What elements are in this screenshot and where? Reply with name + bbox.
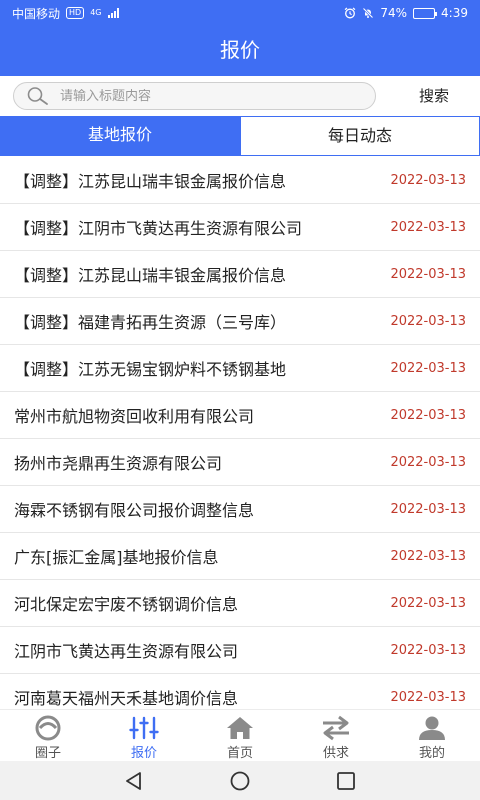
list-item-title: 江阴市飞黄达再生资源有限公司 bbox=[14, 642, 239, 661]
system-nav-bar bbox=[0, 761, 480, 800]
list-item-title: 扬州市尧鼎再生资源有限公司 bbox=[14, 454, 223, 473]
recents-icon[interactable] bbox=[335, 770, 357, 792]
list-item-date: 2022-03-13 bbox=[390, 172, 466, 188]
sliders-icon bbox=[129, 716, 159, 739]
list-item-date: 2022-03-13 bbox=[390, 689, 466, 705]
list-item-title: 海霖不锈钢有限公司报价调整信息 bbox=[14, 501, 255, 520]
list-item-date: 2022-03-13 bbox=[390, 501, 466, 517]
carrier-name: 中国移动 bbox=[12, 6, 61, 21]
mute-icon bbox=[363, 7, 374, 19]
clock: 4:39 bbox=[441, 6, 468, 20]
list-item-title: 【调整】江苏无锡宝钢炉料不锈钢基地 bbox=[14, 360, 287, 379]
list-item-title: 【调整】福建青拓再生资源（三号库） bbox=[14, 313, 287, 332]
search-row: 搜索 bbox=[0, 76, 480, 116]
list-item-date: 2022-03-13 bbox=[390, 454, 466, 470]
nav-item-supply[interactable]: 供求 bbox=[288, 710, 384, 761]
home-button-icon[interactable] bbox=[229, 770, 251, 792]
back-icon[interactable] bbox=[123, 770, 145, 792]
quote-list: 【调整】江苏昆山瑞丰银金属报价信息 2022-03-13 【调整】江阴市飞黄达再生… bbox=[0, 157, 480, 709]
circle-icon bbox=[35, 715, 61, 740]
nav-label-quotes: 报价 bbox=[130, 746, 157, 761]
page-title: 报价 bbox=[220, 38, 260, 62]
network-type: 4G bbox=[90, 8, 102, 17]
list-item-title: 【调整】江阴市飞黄达再生资源有限公司 bbox=[14, 219, 303, 238]
search-button[interactable]: 搜索 bbox=[398, 82, 470, 110]
list-item[interactable]: 【调整】江苏无锡宝钢炉料不锈钢基地 2022-03-13 bbox=[0, 345, 480, 392]
nav-item-home[interactable]: 首页 bbox=[192, 710, 288, 761]
list-item[interactable]: 海霖不锈钢有限公司报价调整信息 2022-03-13 bbox=[0, 486, 480, 533]
search-box[interactable] bbox=[13, 82, 376, 110]
tab-base-quotes[interactable]: 基地报价 bbox=[0, 116, 240, 156]
status-left: 中国移动 HD 4G bbox=[12, 5, 119, 22]
list-item[interactable]: 江阴市飞黄达再生资源有限公司 2022-03-13 bbox=[0, 627, 480, 674]
battery-percent: 74% bbox=[380, 6, 408, 20]
list-item-title: 常州市航旭物资回收利用有限公司 bbox=[14, 407, 255, 426]
nav-label-supply: 供求 bbox=[322, 746, 349, 761]
list-item-date: 2022-03-13 bbox=[390, 548, 466, 564]
list-item-date: 2022-03-13 bbox=[390, 360, 466, 376]
user-icon bbox=[419, 716, 445, 740]
list-item-title: 河北保定宏宇废不锈钢调价信息 bbox=[14, 595, 239, 614]
list-item-title: 【调整】江苏昆山瑞丰银金属报价信息 bbox=[14, 266, 287, 285]
list-item-date: 2022-03-13 bbox=[390, 266, 466, 282]
battery-icon bbox=[413, 7, 438, 19]
segment-tabs: 基地报价 每日动态 bbox=[0, 116, 480, 156]
nav-label-home: 首页 bbox=[226, 746, 253, 761]
list-item[interactable]: 【调整】江苏昆山瑞丰银金属报价信息 2022-03-13 bbox=[0, 157, 480, 204]
status-bar: 中国移动 HD 4G 74% 4:39 bbox=[0, 0, 480, 26]
search-input[interactable] bbox=[60, 88, 340, 104]
signal-icon bbox=[107, 8, 119, 18]
tab-daily-news[interactable]: 每日动态 bbox=[240, 116, 480, 156]
nav-item-quotes[interactable]: 报价 bbox=[96, 710, 192, 761]
list-item-date: 2022-03-13 bbox=[390, 313, 466, 329]
list-item[interactable]: 河南葛天福州天禾基地调价信息 2022-03-13 bbox=[0, 674, 480, 709]
list-item[interactable]: 广东[振汇金属]基地报价信息 2022-03-13 bbox=[0, 533, 480, 580]
list-item-date: 2022-03-13 bbox=[390, 595, 466, 611]
list-item[interactable]: 【调整】江苏昆山瑞丰银金属报价信息 2022-03-13 bbox=[0, 251, 480, 298]
list-item[interactable]: 河北保定宏宇废不锈钢调价信息 2022-03-13 bbox=[0, 580, 480, 627]
list-item-title: 【调整】江苏昆山瑞丰银金属报价信息 bbox=[14, 172, 287, 191]
list-item-date: 2022-03-13 bbox=[390, 642, 466, 658]
list-item[interactable]: 扬州市尧鼎再生资源有限公司 2022-03-13 bbox=[0, 439, 480, 486]
exchange-icon bbox=[323, 715, 349, 740]
status-right: 74% 4:39 bbox=[344, 6, 468, 20]
nav-item-mine[interactable]: 我的 bbox=[384, 710, 480, 761]
search-icon bbox=[27, 87, 48, 105]
top-bar: 中国移动 HD 4G 74% 4:39 报价 bbox=[0, 0, 480, 76]
nav-label-mine: 我的 bbox=[418, 746, 445, 761]
alarm-icon bbox=[345, 7, 356, 19]
hd-badge: HD bbox=[66, 7, 85, 19]
nav-label-circle: 圈子 bbox=[34, 746, 61, 761]
list-item-date: 2022-03-13 bbox=[390, 219, 466, 235]
list-item[interactable]: 【调整】福建青拓再生资源（三号库） 2022-03-13 bbox=[0, 298, 480, 345]
list-item[interactable]: 常州市航旭物资回收利用有限公司 2022-03-13 bbox=[0, 392, 480, 439]
home-icon bbox=[227, 716, 253, 739]
list-item[interactable]: 【调整】江阴市飞黄达再生资源有限公司 2022-03-13 bbox=[0, 204, 480, 251]
list-item-title: 河南葛天福州天禾基地调价信息 bbox=[14, 689, 239, 708]
list-item-date: 2022-03-13 bbox=[390, 407, 466, 423]
list-item-title: 广东[振汇金属]基地报价信息 bbox=[14, 548, 219, 567]
nav-item-circle[interactable]: 圈子 bbox=[0, 710, 96, 761]
bottom-nav: 圈子 报价 首页 供求 我的 bbox=[0, 709, 480, 761]
